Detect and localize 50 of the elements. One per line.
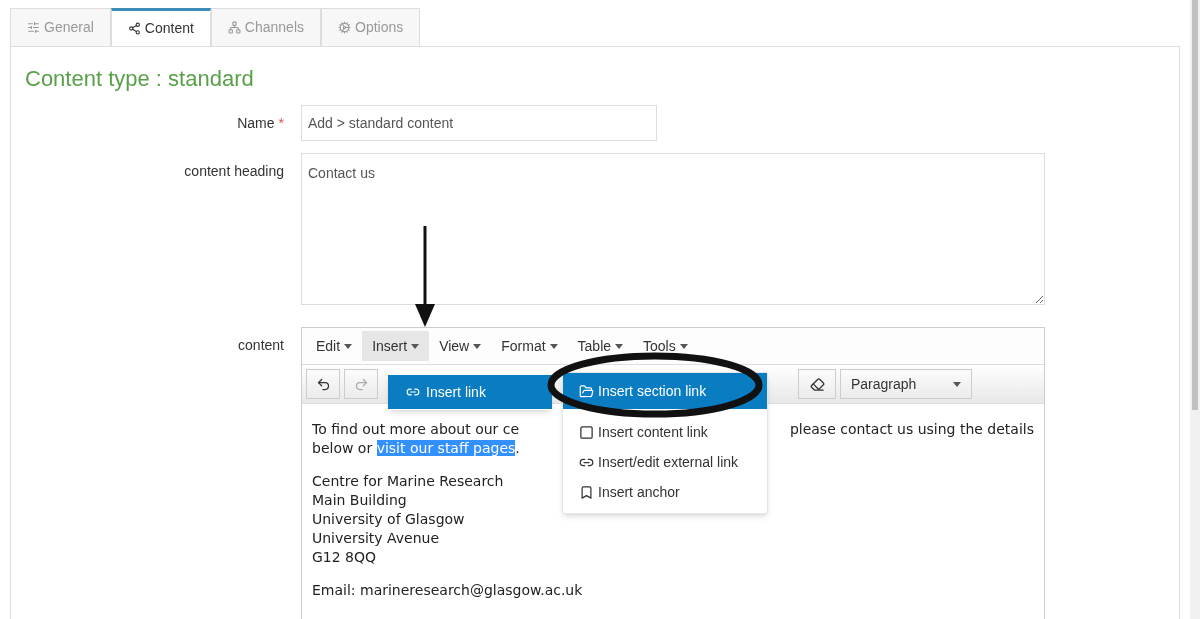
address-line: University of Glasgow bbox=[312, 510, 465, 529]
tab-icon bbox=[127, 22, 141, 35]
field-label: Name bbox=[237, 115, 275, 131]
undo-icon bbox=[315, 376, 331, 392]
caret-icon bbox=[679, 343, 688, 349]
text-field[interactable]: Add > standard content bbox=[301, 105, 657, 141]
eraser-icon bbox=[809, 376, 825, 392]
caret-icon bbox=[549, 343, 558, 349]
caret-icon bbox=[615, 343, 624, 349]
email-text: Email: marineresearch@glasgow.ac.uk bbox=[312, 581, 583, 600]
menu-item[interactable]: View bbox=[429, 331, 492, 361]
menu-option[interactable]: Insert/edit external link bbox=[563, 447, 767, 477]
page-heading: Content type : standard bbox=[25, 65, 255, 93]
menu-item[interactable]: Tools bbox=[633, 331, 698, 361]
text-area[interactable]: Contact us bbox=[301, 153, 1045, 305]
menu-option[interactable]: Insert content link bbox=[563, 417, 767, 447]
body-text: please contact us using the details bbox=[789, 420, 1034, 439]
address-line: G12 8QQ bbox=[312, 548, 377, 567]
tab-icon bbox=[338, 21, 351, 34]
address-line: University Avenue bbox=[312, 529, 440, 548]
body-text: below or visit our staff pages. bbox=[312, 439, 521, 458]
menu-option[interactable]: Insert anchor bbox=[563, 477, 767, 507]
menu-option[interactable]: Insert link bbox=[388, 375, 552, 409]
menu-item[interactable]: Insert bbox=[362, 331, 430, 361]
caret-icon bbox=[953, 381, 961, 387]
eraser-button[interactable] bbox=[798, 369, 836, 399]
menu-item[interactable]: Table bbox=[567, 331, 634, 361]
square-icon bbox=[579, 424, 594, 440]
tab[interactable]: Content bbox=[110, 8, 211, 46]
caret-icon bbox=[473, 343, 482, 349]
format-select[interactable]: Paragraph bbox=[840, 369, 972, 399]
field-label: content bbox=[238, 337, 284, 353]
address-line: Main Building bbox=[312, 491, 407, 510]
address-line: Centre for Marine Research bbox=[312, 472, 504, 491]
link-icon bbox=[406, 385, 420, 399]
field-label: content heading bbox=[184, 163, 284, 179]
folder-icon bbox=[579, 383, 594, 399]
caret-icon bbox=[411, 343, 420, 349]
scrollbar-thumb[interactable] bbox=[1192, 0, 1198, 410]
menu-option[interactable]: Insert section link bbox=[563, 373, 767, 409]
undo-button[interactable] bbox=[306, 369, 340, 399]
required-asterisk: * bbox=[278, 115, 284, 131]
tab-icon bbox=[27, 21, 40, 34]
body-text: To find out more about our ce bbox=[312, 420, 520, 439]
menu-item[interactable]: Format bbox=[491, 331, 568, 361]
redo-icon bbox=[353, 376, 369, 392]
menu-item[interactable]: Edit bbox=[306, 331, 363, 361]
tab-icon bbox=[227, 21, 241, 34]
bookmark-icon bbox=[579, 484, 594, 500]
caret-icon bbox=[344, 343, 353, 349]
